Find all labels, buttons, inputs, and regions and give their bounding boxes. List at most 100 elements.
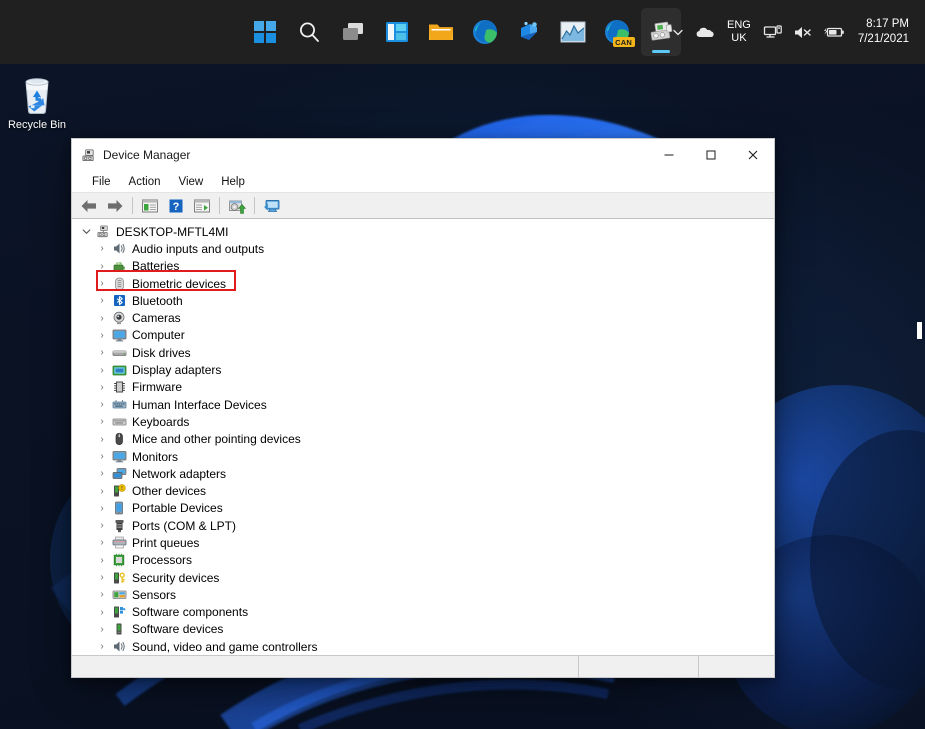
- close-button[interactable]: [732, 139, 774, 171]
- tree-row-audio-inputs-and-outputs[interactable]: › Audio inputs and outputs: [72, 240, 774, 257]
- chevron-right-icon[interactable]: ›: [94, 555, 110, 566]
- menu-view[interactable]: View: [170, 174, 213, 190]
- tree-row-label: Human Interface Devices: [132, 397, 267, 412]
- tree-row-other-devices[interactable]: › ! Other devices: [72, 482, 774, 499]
- chevron-right-icon[interactable]: ›: [94, 486, 110, 497]
- tree-row-batteries[interactable]: › Batteries: [72, 258, 774, 275]
- tree-row-security-devices[interactable]: › Security devices: [72, 569, 774, 586]
- menubar[interactable]: File Action View Help: [72, 171, 774, 193]
- chevron-right-icon[interactable]: ›: [94, 347, 110, 358]
- widgets-button[interactable]: [377, 8, 417, 56]
- edge-button[interactable]: [465, 8, 505, 56]
- printer-icon: [110, 535, 128, 551]
- properties-button[interactable]: [190, 195, 214, 217]
- network-button[interactable]: [758, 10, 788, 54]
- update-driver-button[interactable]: [225, 195, 249, 217]
- chevron-right-icon[interactable]: ›: [94, 416, 110, 427]
- window-titlebar[interactable]: Device Manager: [72, 139, 774, 171]
- volume-button[interactable]: [788, 10, 818, 54]
- tree-row-print-queues[interactable]: › Print queues: [72, 534, 774, 551]
- tree-row-biometric-devices[interactable]: › Biometric devices: [72, 275, 774, 292]
- tree-row-human-interface-devices[interactable]: › Human Interface Devices: [72, 396, 774, 413]
- disk-drive-icon: [110, 345, 128, 361]
- onedrive-button[interactable]: [690, 10, 720, 54]
- recycle-bin-desktop-icon[interactable]: Recycle Bin: [6, 74, 68, 131]
- status-pane-1: [72, 656, 578, 677]
- chevron-right-icon[interactable]: ›: [94, 399, 110, 410]
- chevron-right-icon[interactable]: ›: [94, 330, 110, 341]
- chevron-right-icon[interactable]: ›: [94, 624, 110, 635]
- teams-button[interactable]: [509, 8, 549, 56]
- clock-button[interactable]: 8:17 PM 7/21/2021: [850, 17, 919, 47]
- chevron-right-icon[interactable]: ›: [94, 641, 110, 652]
- menu-file[interactable]: File: [83, 174, 120, 190]
- tree-row-ports-com-lpt[interactable]: › Ports (COM & LPT): [72, 517, 774, 534]
- charts-app-button[interactable]: [553, 8, 593, 56]
- tree-row-computer[interactable]: › Computer: [72, 327, 774, 344]
- taskbar[interactable]: CAN ENG UK 8:17 PM 7/21/2021: [0, 0, 925, 64]
- chevron-right-icon[interactable]: ›: [94, 278, 110, 289]
- toolbar[interactable]: ?: [72, 193, 774, 219]
- tree-row-cameras[interactable]: › Cameras: [72, 309, 774, 326]
- back-button[interactable]: [77, 195, 101, 217]
- task-view-button[interactable]: [333, 8, 373, 56]
- file-explorer-button[interactable]: [421, 8, 461, 56]
- chevron-right-icon[interactable]: ›: [94, 382, 110, 393]
- chevron-right-icon[interactable]: ›: [94, 365, 110, 376]
- search-button[interactable]: [289, 8, 329, 56]
- tree-row-bluetooth[interactable]: › Bluetooth: [72, 292, 774, 309]
- menu-help[interactable]: Help: [212, 174, 254, 190]
- tree-row-network-adapters[interactable]: › Network adapters: [72, 465, 774, 482]
- chevron-right-icon[interactable]: ›: [94, 261, 110, 272]
- chevron-right-icon[interactable]: ›: [94, 503, 110, 514]
- maximize-button[interactable]: [690, 139, 732, 171]
- tree-row-software-components[interactable]: › Software components: [72, 604, 774, 621]
- tree-row-sound-video-and-game-controllers[interactable]: › Sound, video and game controllers: [72, 638, 774, 655]
- chevron-right-icon[interactable]: ›: [94, 295, 110, 306]
- chevron-right-icon[interactable]: ›: [94, 607, 110, 618]
- tree-row-label: Sound, video and game controllers: [132, 639, 318, 654]
- device-tree[interactable]: DESKTOP-MFTL4MI › Audio inputs and outpu…: [72, 219, 774, 655]
- folder-icon: [428, 24, 453, 40]
- chevron-down-icon[interactable]: [78, 227, 94, 236]
- device-manager-window[interactable]: Device Manager File Action View Help ? D…: [71, 138, 775, 678]
- edge-canary-button[interactable]: CAN: [597, 8, 637, 56]
- tree-row-software-devices[interactable]: › Software devices: [72, 621, 774, 638]
- help-button[interactable]: ?: [164, 195, 188, 217]
- security-key-icon: [110, 570, 128, 586]
- chevron-right-icon[interactable]: ›: [94, 589, 110, 600]
- chevron-right-icon[interactable]: ›: [94, 313, 110, 324]
- chevron-right-icon[interactable]: ›: [94, 243, 110, 254]
- tree-row-keyboards[interactable]: › Keyboards: [72, 413, 774, 430]
- chevron-right-icon[interactable]: ›: [94, 468, 110, 479]
- chevron-right-icon[interactable]: ›: [94, 520, 110, 531]
- chevron-right-icon[interactable]: ›: [94, 537, 110, 548]
- tree-row-firmware[interactable]: › Firmware: [72, 379, 774, 396]
- tree-row-mice-and-other-pointing-devices[interactable]: › Mice and other pointing devices: [72, 431, 774, 448]
- chevron-right-icon[interactable]: ›: [94, 451, 110, 462]
- scan-hardware-changes-button[interactable]: [260, 195, 284, 217]
- show-console-tree-button[interactable]: [138, 195, 162, 217]
- tree-row-portable-devices[interactable]: › Portable Devices: [72, 500, 774, 517]
- battery-device-icon: [110, 258, 128, 274]
- tree-row-display-adapters[interactable]: › Display adapters: [72, 361, 774, 378]
- tree-row-monitors[interactable]: › Monitors: [72, 448, 774, 465]
- help-question-icon: ?: [169, 199, 183, 213]
- tree-row-sensors[interactable]: › Sensors: [72, 586, 774, 603]
- portable-device-icon: [110, 500, 128, 516]
- show-hidden-icons-button[interactable]: [666, 10, 690, 54]
- tree-row-processors[interactable]: › Processors: [72, 552, 774, 569]
- tree-row-root[interactable]: DESKTOP-MFTL4MI: [72, 223, 774, 240]
- monitor-icon: [110, 327, 128, 343]
- language-indicator[interactable]: ENG UK: [720, 10, 758, 54]
- start-button[interactable]: [245, 8, 285, 56]
- battery-button[interactable]: [818, 10, 850, 54]
- tree-row-label: Software devices: [132, 622, 224, 637]
- forward-button[interactable]: [103, 195, 127, 217]
- tree-row-disk-drives[interactable]: › Disk drives: [72, 344, 774, 361]
- chevron-right-icon[interactable]: ›: [94, 572, 110, 583]
- chevron-right-icon[interactable]: ›: [94, 434, 110, 445]
- menu-action[interactable]: Action: [120, 174, 170, 190]
- minimize-button[interactable]: [648, 139, 690, 171]
- battery-icon: [823, 27, 844, 37]
